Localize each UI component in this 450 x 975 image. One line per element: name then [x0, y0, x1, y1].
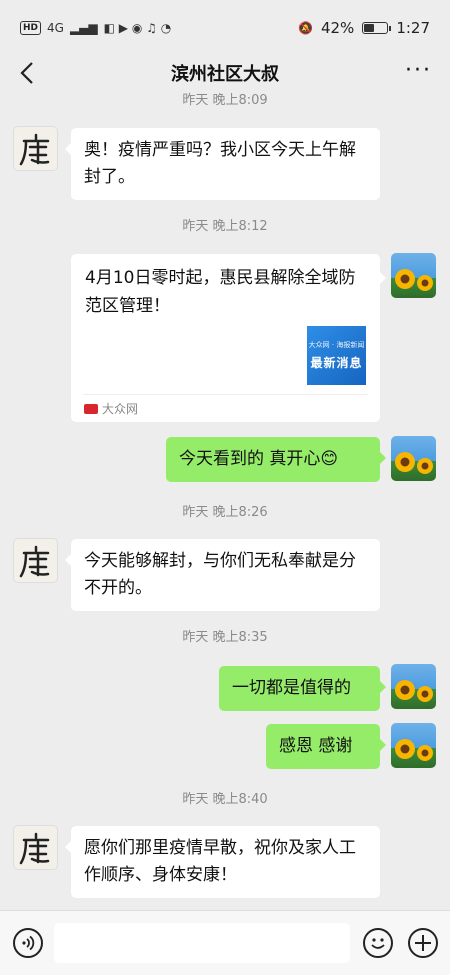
chevron-left-icon	[20, 62, 33, 84]
message-input[interactable]	[54, 923, 350, 963]
timestamp: 昨天 晚上8:40	[182, 792, 268, 807]
message-bubble[interactable]: 感恩 感谢	[266, 724, 386, 769]
my-avatar[interactable]	[391, 664, 436, 709]
contact-avatar[interactable]	[13, 825, 58, 870]
battery-icon	[362, 22, 392, 34]
thumb-text: 最新消息	[310, 356, 363, 370]
voice-icon	[22, 935, 35, 951]
message-bubble[interactable]: 愿你们那里疫情早散，祝你及家人工作顺序、身体安康！	[65, 826, 380, 898]
timestamp: 昨天 晚上8:09	[182, 93, 268, 108]
message-bubble[interactable]: 一切都是值得的	[219, 666, 386, 711]
my-avatar[interactable]	[391, 436, 436, 481]
card-source: 大众网	[84, 400, 138, 417]
message-bubble[interactable]: 今天能够解封，与你们无私奉献是分不开的。	[65, 539, 380, 611]
app-notification-icon: ◧ ▶ ◉ ♫ ◔	[103, 21, 172, 35]
divider	[83, 394, 368, 395]
sunflower-icon	[395, 680, 433, 702]
calligraphy-icon	[19, 133, 49, 165]
chat-area[interactable]: 昨天 晚上8:09 奥！疫情严重吗？我小区今天上午解封了。 昨天 晚上8:12 …	[0, 90, 450, 910]
contact-avatar[interactable]	[13, 126, 58, 171]
back-button[interactable]	[12, 58, 42, 88]
page-title: 滨州社区大叔	[171, 64, 279, 85]
emoji-button[interactable]	[363, 928, 393, 958]
input-bar	[0, 910, 450, 975]
voice-button[interactable]	[13, 928, 43, 958]
network-label: 4G	[47, 21, 64, 35]
clock: 1:27	[396, 19, 430, 37]
timestamp: 昨天 晚上8:35	[182, 630, 268, 645]
message-bubble[interactable]: 奥！疫情严重吗？我小区今天上午解封了。	[65, 128, 380, 200]
calligraphy-icon	[19, 832, 49, 864]
sunflower-icon	[395, 739, 433, 761]
more-button[interactable]: ···	[405, 60, 432, 82]
source-logo-icon	[84, 403, 98, 414]
card-title: 4月10日零时起，惠民县解除全域防范区管理！	[85, 268, 356, 316]
thumb-caption: 大众网 · 海报新闻	[308, 341, 365, 349]
my-avatar[interactable]	[391, 253, 436, 298]
mute-icon: 🔕	[298, 21, 313, 35]
status-bar: HD 4G ▂▄▆ ◧ ▶ ◉ ♫ ◔ 🔕 42% 1:27	[0, 0, 450, 56]
link-card[interactable]: 4月10日零时起，惠民县解除全域防范区管理！ 大众网 · 海报新闻 最新消息 大…	[71, 254, 386, 422]
plus-icon	[415, 935, 431, 951]
plus-button[interactable]	[408, 928, 438, 958]
timestamp: 昨天 晚上8:26	[182, 505, 268, 520]
contact-avatar[interactable]	[13, 538, 58, 583]
message-bubble[interactable]: 今天看到的 真开心😊	[166, 437, 386, 482]
hd-icon: HD	[20, 21, 42, 35]
timestamp: 昨天 晚上8:12	[182, 219, 268, 234]
card-thumbnail: 大众网 · 海报新闻 最新消息	[307, 326, 366, 385]
my-avatar[interactable]	[391, 723, 436, 768]
signal-icon: ▂▄▆	[69, 21, 98, 35]
sunflower-icon	[395, 269, 433, 291]
emoji-icon	[371, 938, 385, 949]
source-label: 大众网	[102, 402, 139, 416]
sunflower-icon	[395, 452, 433, 474]
battery-percent: 42%	[320, 19, 355, 37]
calligraphy-icon	[19, 545, 49, 577]
